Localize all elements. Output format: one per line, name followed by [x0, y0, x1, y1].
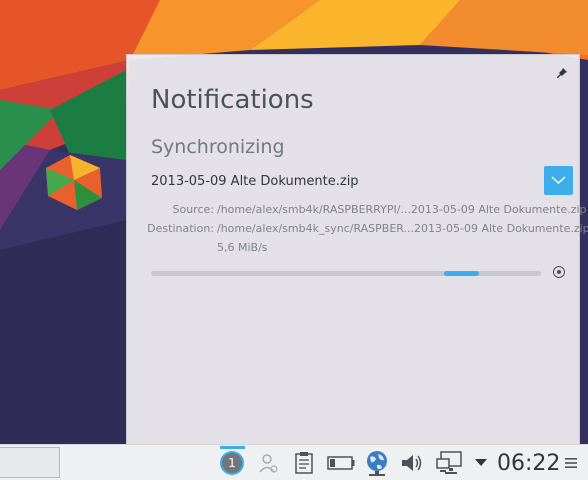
source-value: /home/alex/smb4k/RASPBERRYPI/...2013-05-… — [217, 203, 587, 216]
expand-tray-arrow-icon[interactable] — [470, 449, 492, 477]
destination-label: Destination: — [147, 222, 214, 235]
taskbar-panel: 1 06:22 — [0, 444, 588, 480]
expand-details-button[interactable] — [544, 166, 573, 195]
destination-value: /home/alex/smb4k_sync/RASPBER...2013-05-… — [217, 222, 588, 235]
notifications-popup: Notifications Synchronizing 2013-05-09 A… — [126, 54, 588, 444]
menu-icon[interactable] — [560, 449, 582, 477]
pin-icon[interactable] — [555, 65, 569, 79]
volume-icon[interactable] — [398, 449, 426, 477]
battery-icon[interactable] — [326, 449, 356, 477]
popup-heading: Notifications — [151, 85, 314, 115]
display-network-icon[interactable] — [434, 449, 464, 477]
job-filename: 2013-05-09 Alte Dokumente.zip — [151, 174, 359, 189]
section-title: Synchronizing — [151, 136, 285, 158]
source-label: Source: — [172, 203, 215, 216]
user-icon[interactable] — [254, 449, 282, 477]
notification-count-badge: 1 — [220, 451, 244, 475]
notifications-icon[interactable]: 1 — [218, 449, 246, 477]
transfer-speed: 5,6 MiB/s — [217, 241, 268, 254]
clock[interactable]: 06:22 — [497, 451, 560, 476]
stop-job-button[interactable] — [553, 266, 565, 278]
task-manager-area[interactable] — [0, 447, 60, 478]
progress-indicator — [444, 271, 479, 276]
network-globe-icon[interactable] — [362, 449, 392, 477]
clipboard-icon[interactable] — [290, 449, 318, 477]
progress-bar — [151, 271, 541, 276]
